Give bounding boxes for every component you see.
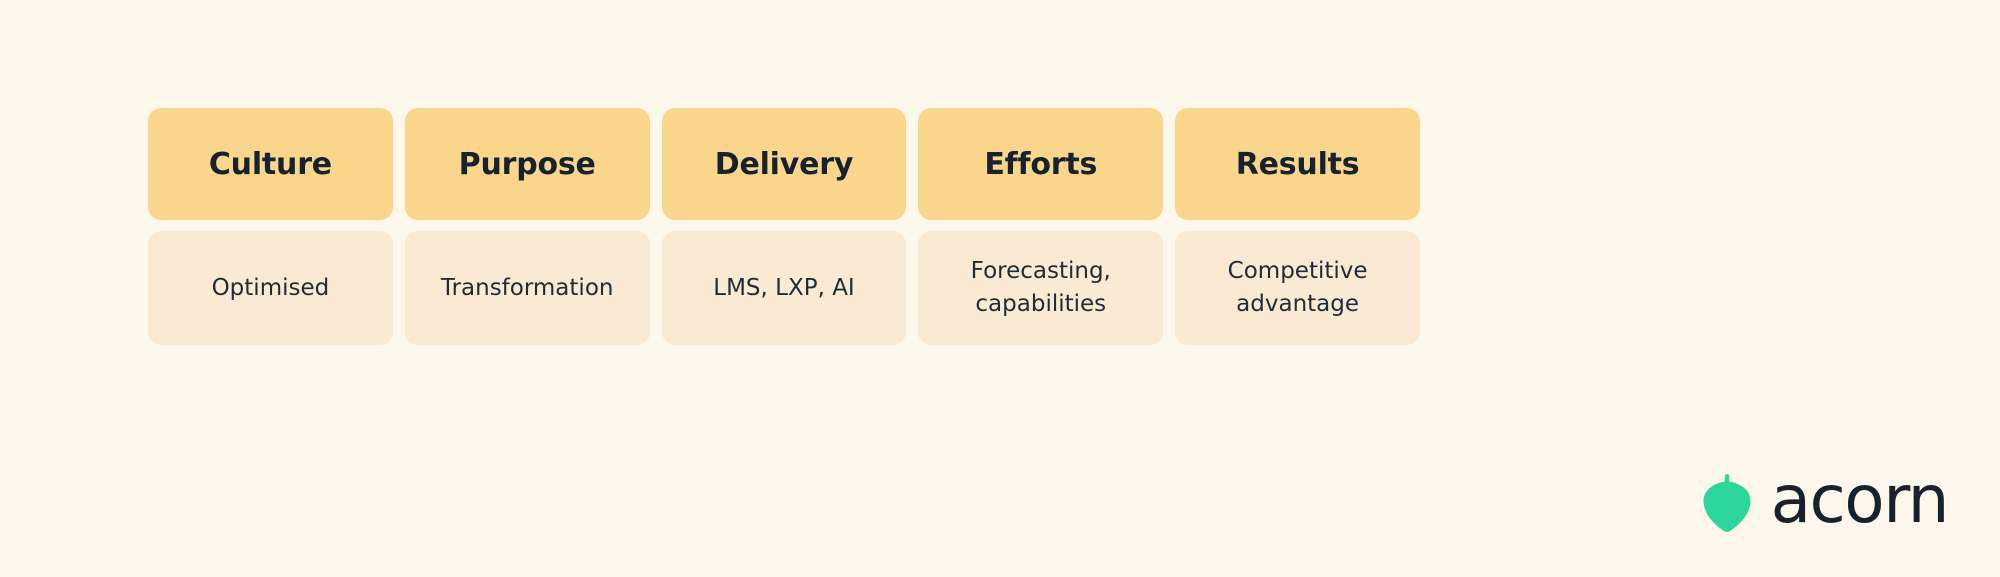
- matrix-body-label: Forecasting, capabilities: [970, 258, 1111, 317]
- slide-canvas: Culture Purpose Delivery Efforts Results…: [0, 0, 2000, 577]
- matrix-header-cell-culture[interactable]: Culture: [148, 108, 393, 220]
- matrix-header-label: Efforts: [984, 146, 1098, 182]
- matrix-body-label: LMS, LXP, AI: [713, 274, 855, 301]
- matrix-header-label: Delivery: [714, 146, 854, 182]
- brand-wordmark: acorn: [1770, 461, 1950, 538]
- capability-matrix: Culture Purpose Delivery Efforts Results…: [148, 108, 1420, 345]
- matrix-header-cell-results[interactable]: Results: [1175, 108, 1420, 220]
- matrix-body-label: Competitive advantage: [1227, 258, 1368, 317]
- matrix-header-cell-efforts[interactable]: Efforts: [918, 108, 1164, 220]
- matrix-header-cell-delivery[interactable]: Delivery: [661, 108, 907, 220]
- matrix-body-label: Transformation: [440, 274, 614, 301]
- matrix-body-cell-delivery[interactable]: LMS, LXP, AI: [661, 231, 907, 345]
- matrix-body-cell-culture[interactable]: Optimised: [148, 231, 393, 345]
- matrix-body-cell-purpose[interactable]: Transformation: [404, 231, 650, 345]
- matrix-header-label: Purpose: [458, 146, 596, 182]
- matrix-header-label: Results: [1235, 146, 1360, 182]
- brand-lockup: acorn: [1701, 461, 1950, 539]
- matrix-body-label: Optimised: [211, 274, 330, 301]
- matrix-header-cell-purpose[interactable]: Purpose: [404, 108, 650, 220]
- matrix-header-label: Culture: [208, 146, 332, 182]
- acorn-icon: [1701, 472, 1753, 534]
- matrix-body-cell-results[interactable]: Competitive advantage: [1175, 231, 1420, 345]
- matrix-body-cell-efforts[interactable]: Forecasting, capabilities: [918, 231, 1164, 345]
